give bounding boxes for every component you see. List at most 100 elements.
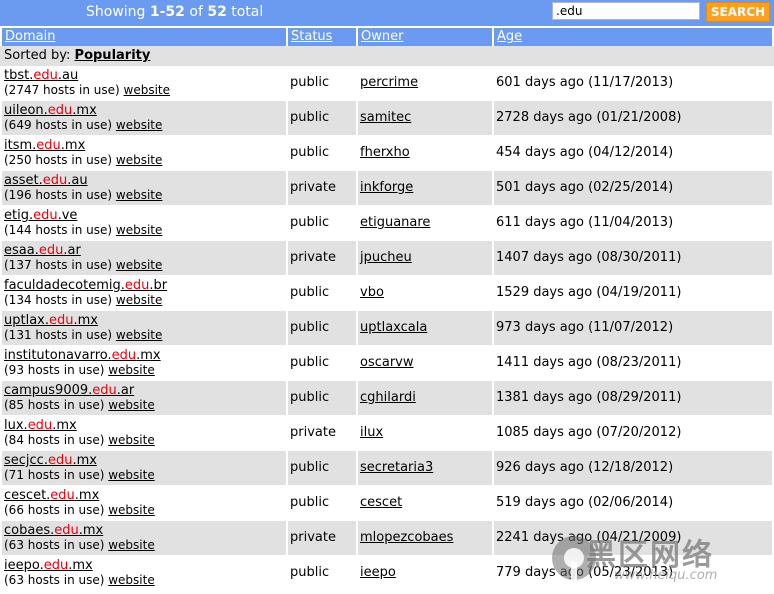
website-link[interactable]: website <box>116 258 163 272</box>
age-cell: 611 days ago (11/04/2013) <box>494 206 772 240</box>
owner-link[interactable]: inkforge <box>360 180 413 195</box>
hosts-count: (131 hosts in use) website <box>4 328 163 342</box>
domain-link[interactable]: asset.edu.au <box>4 173 284 188</box>
owner-cell: cghilardi <box>358 381 492 415</box>
website-link[interactable]: website <box>116 223 163 237</box>
owner-link[interactable]: oscarvw <box>360 355 414 370</box>
website-link[interactable]: website <box>124 83 171 97</box>
domain-link[interactable]: itsm.edu.mx <box>4 138 284 153</box>
website-link[interactable]: website <box>108 503 155 517</box>
hosts-count: (66 hosts in use) website <box>4 503 155 517</box>
website-link[interactable]: website <box>108 538 155 552</box>
website-link[interactable]: website <box>108 433 155 447</box>
column-header-owner[interactable]: Owner <box>358 28 492 46</box>
table-row: uptlax.edu.mx (131 hosts in use) website p… <box>0 311 774 346</box>
website-link[interactable]: website <box>108 363 155 377</box>
status-cell: private <box>288 241 356 275</box>
status-cell: public <box>288 451 356 485</box>
domain-link[interactable]: cescet.edu.mx <box>4 488 284 503</box>
age-cell: 926 days ago (12/18/2012) <box>494 451 772 485</box>
domain-link[interactable]: uptlax.edu.mx <box>4 313 284 328</box>
domain-link[interactable]: esaa.edu.ar <box>4 243 284 258</box>
domain-link[interactable]: institutonavarro.edu.mx <box>4 348 284 363</box>
website-link[interactable]: website <box>116 153 163 167</box>
website-link[interactable]: website <box>116 293 163 307</box>
website-link[interactable]: website <box>116 188 163 202</box>
sort-popularity-link[interactable]: Popularity <box>75 48 151 63</box>
owner-link[interactable]: cescet <box>360 495 402 510</box>
owner-cell: mlopezcobaes <box>358 521 492 555</box>
owner-link[interactable]: ilux <box>360 425 383 440</box>
domain-link[interactable]: faculdadecotemig.edu.br <box>4 278 284 293</box>
owner-link[interactable]: vbo <box>360 285 384 300</box>
column-header-domain[interactable]: Domain <box>2 28 286 46</box>
table-row: institutonavarro.edu.mx (93 hosts in use)… <box>0 346 774 381</box>
owner-cell: percrime <box>358 66 492 100</box>
owner-link[interactable]: secretaria3 <box>360 460 433 475</box>
owner-link[interactable]: uptlaxcala <box>360 320 427 335</box>
hosts-count: (2747 hosts in use) website <box>4 83 171 97</box>
owner-link[interactable]: jpucheu <box>360 250 412 265</box>
search-input[interactable] <box>552 2 700 20</box>
domain-link[interactable]: campus9009.edu.ar <box>4 383 284 398</box>
status-cell: public <box>288 66 356 100</box>
table-row: asset.edu.au (196 hosts in use) website pr… <box>0 171 774 206</box>
domain-link[interactable]: tbst.edu.au <box>4 68 284 83</box>
domain-link[interactable]: secjcc.edu.mx <box>4 453 284 468</box>
owner-link[interactable]: fherxho <box>360 145 410 160</box>
website-link[interactable]: website <box>116 328 163 342</box>
age-cell: 1085 days ago (07/20/2012) <box>494 416 772 450</box>
owner-cell: samitec <box>358 101 492 135</box>
hosts-count: (196 hosts in use) website <box>4 188 163 202</box>
owner-link[interactable]: percrime <box>360 75 418 90</box>
hosts-count: (63 hosts in use) website <box>4 538 155 552</box>
domain-cell: campus9009.edu.ar (85 hosts in use) websi… <box>2 381 286 415</box>
status-cell: public <box>288 136 356 170</box>
owner-cell: inkforge <box>358 171 492 205</box>
age-cell: 501 days ago (02/25/2014) <box>494 171 772 205</box>
domain-link[interactable]: uileon.edu.mx <box>4 103 284 118</box>
status-cell: private <box>288 416 356 450</box>
domain-cell: tbst.edu.au (2747 hosts in use) website <box>2 66 286 100</box>
owner-link[interactable]: mlopezcobaes <box>360 530 453 545</box>
domain-cell: itsm.edu.mx (250 hosts in use) website <box>2 136 286 170</box>
age-cell: 519 days ago (02/06/2014) <box>494 486 772 520</box>
domain-cell: uileon.edu.mx (649 hosts in use) website <box>2 101 286 135</box>
top-bar: Showing 1-52 of 52 total SEARCH <box>0 0 774 26</box>
owner-link[interactable]: samitec <box>360 110 411 125</box>
domain-cell: cobaes.edu.mx (63 hosts in use) website <box>2 521 286 555</box>
website-link[interactable]: website <box>108 468 155 482</box>
search-button[interactable]: SEARCH <box>706 2 770 22</box>
domain-table: tbst.edu.au (2747 hosts in use) website pu… <box>0 66 774 591</box>
results-count: Showing 1-52 of 52 total <box>86 4 264 20</box>
age-cell: 2728 days ago (01/21/2008) <box>494 101 772 135</box>
owner-cell: oscarvw <box>358 346 492 380</box>
owner-cell: vbo <box>358 276 492 310</box>
website-link[interactable]: website <box>108 573 155 587</box>
owner-link[interactable]: etiguanare <box>360 215 430 230</box>
table-row: campus9009.edu.ar (85 hosts in use) websi… <box>0 381 774 416</box>
domain-cell: institutonavarro.edu.mx (93 hosts in use)… <box>2 346 286 380</box>
table-row: tbst.edu.au (2747 hosts in use) website pu… <box>0 66 774 101</box>
website-link[interactable]: website <box>108 398 155 412</box>
domain-link[interactable]: lux.edu.mx <box>4 418 284 433</box>
domain-link[interactable]: cobaes.edu.mx <box>4 523 284 538</box>
column-header-status[interactable]: Status <box>288 28 356 46</box>
column-header-age[interactable]: Age <box>494 28 772 46</box>
owner-cell: ieepo <box>358 556 492 590</box>
hosts-count: (85 hosts in use) website <box>4 398 155 412</box>
age-cell: 601 days ago (11/17/2013) <box>494 66 772 100</box>
owner-link[interactable]: ieepo <box>360 565 396 580</box>
domain-cell: lux.edu.mx (84 hosts in use) website <box>2 416 286 450</box>
age-cell: 1407 days ago (08/30/2011) <box>494 241 772 275</box>
domain-link[interactable]: ieepo.edu.mx <box>4 558 284 573</box>
status-cell: public <box>288 206 356 240</box>
owner-link[interactable]: cghilardi <box>360 390 416 405</box>
owner-cell: fherxho <box>358 136 492 170</box>
website-link[interactable]: website <box>116 118 163 132</box>
domain-cell: ieepo.edu.mx (63 hosts in use) website <box>2 556 286 590</box>
domain-link[interactable]: etig.edu.ve <box>4 208 284 223</box>
status-cell: public <box>288 381 356 415</box>
age-cell: 973 days ago (11/07/2012) <box>494 311 772 345</box>
table-row: uileon.edu.mx (649 hosts in use) website p… <box>0 101 774 136</box>
